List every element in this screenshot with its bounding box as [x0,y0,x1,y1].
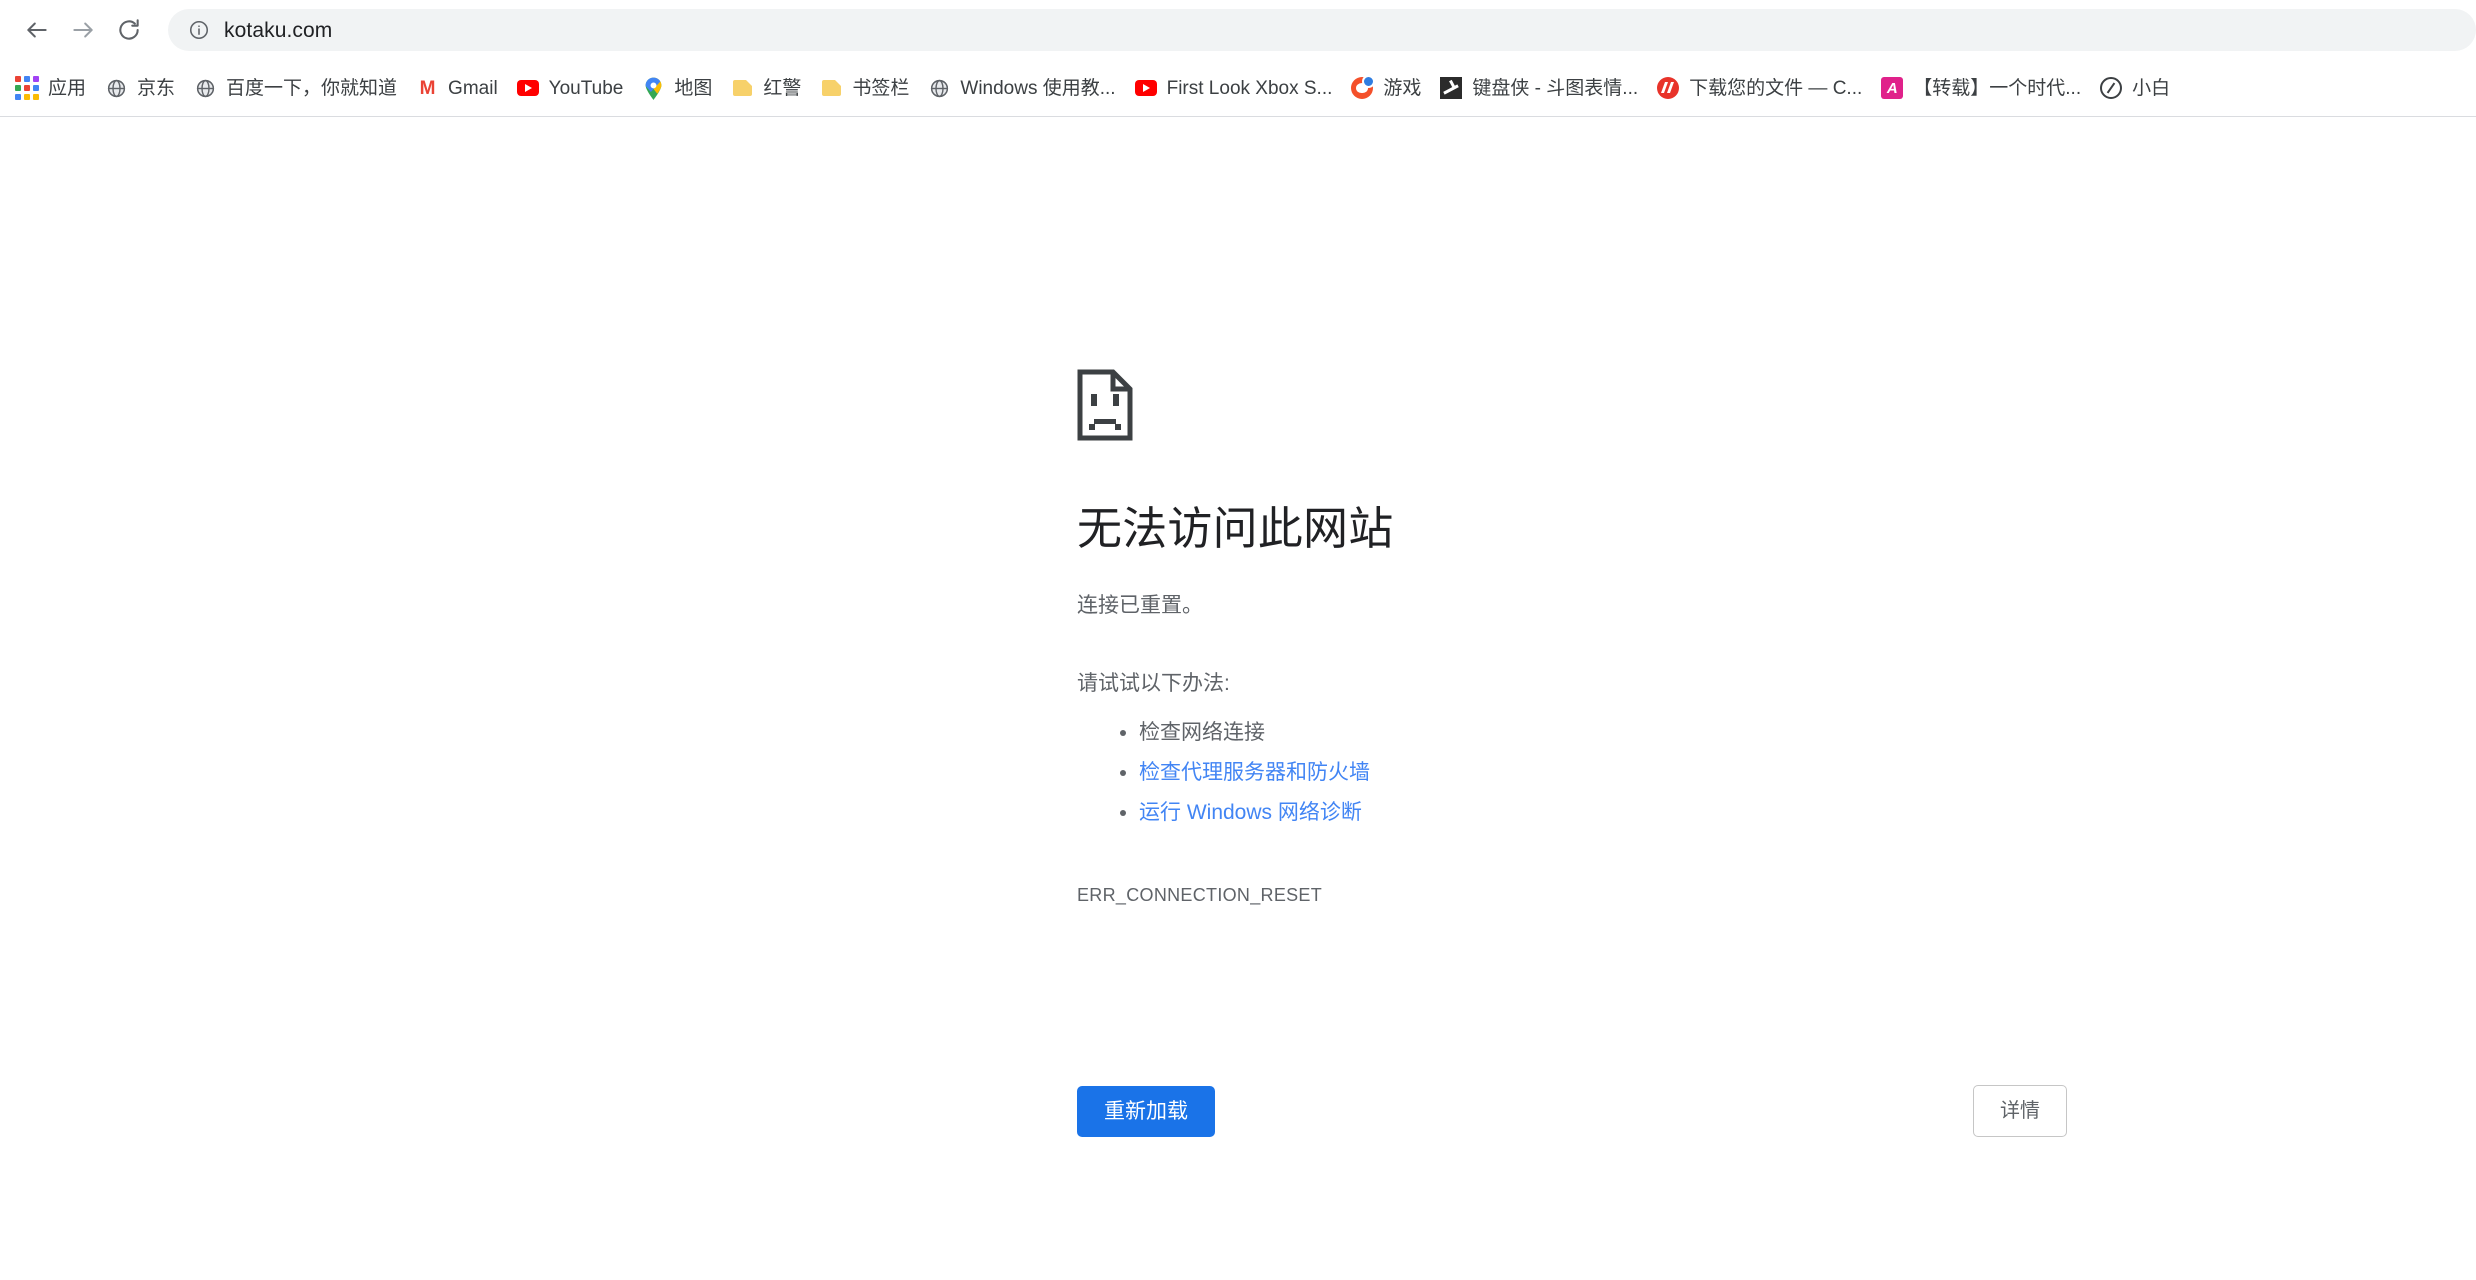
bookmark-games[interactable]: 游戏 [1341,68,1430,108]
reload-button[interactable] [106,7,152,53]
error-content: 无法访问此网站 连接已重置。 请试试以下办法: 检查网络连接 检查代理服务器和防… [1077,369,2317,906]
red-circle-icon [1656,76,1680,100]
globe-icon [104,76,128,100]
bookmark-label: 游戏 [1383,77,1422,99]
globe-icon [193,76,217,100]
bookmark-folder-hongjing[interactable]: 红警 [721,68,810,108]
bookmark-label: 键盘侠 - 斗图表情... [1472,77,1639,99]
forward-button[interactable] [60,7,106,53]
folder-icon [819,76,843,100]
bookmark-gmail[interactable]: M Gmail [406,68,507,108]
compass-icon [2099,76,2123,100]
suggestion-text: 检查网络连接 [1139,721,1265,744]
folder-icon [730,76,754,100]
bookmark-baidu[interactable]: 百度一下，你就知道 [184,68,406,108]
bookmark-xiaobai[interactable]: 小白 [2090,68,2179,108]
suggestion-link-proxy[interactable]: 检查代理服务器和防火墙 [1139,761,1370,784]
details-button[interactable]: 详情 [1973,1085,2067,1137]
bookmark-youtube[interactable]: YouTube [507,68,633,108]
bookmark-label: 【转载】一个时代... [1913,77,2082,99]
gmail-icon: M [419,77,436,99]
bookmark-label: Gmail [448,77,498,99]
bookmark-label: 应用 [48,77,87,99]
bookmark-label: 下载您的文件 — C... [1689,77,1863,99]
apps-grid-icon [15,76,39,100]
bookmark-first-look-xbox[interactable]: First Look Xbox S... [1125,68,1342,108]
game-face-icon [1350,75,1376,100]
back-arrow-icon [24,17,50,43]
youtube-icon [1134,76,1158,100]
browser-toolbar: kotaku.com [0,0,2476,60]
error-title: 无法访问此网站 [1077,503,1394,554]
bookmark-maps[interactable]: 地图 [632,68,721,108]
suggestion-item-link[interactable]: 运行 Windows 网络诊断 [1139,793,2317,833]
page-info-icon[interactable] [186,17,212,43]
bookmark-apps[interactable]: 应用 [6,68,95,108]
reload-icon [116,17,142,43]
bookmark-label: YouTube [548,77,624,99]
bookmark-label: First Look Xbox S... [1166,77,1333,99]
bookmark-label: 百度一下，你就知道 [226,77,398,99]
bookmark-download-files[interactable]: 下载您的文件 — C... [1647,68,1871,108]
error-subtitle: 连接已重置。 [1077,594,1203,617]
bookmark-label: 书签栏 [852,77,910,99]
error-page: 无法访问此网站 连接已重置。 请试试以下办法: 检查网络连接 检查代理服务器和防… [0,117,2476,1279]
youtube-icon [516,76,540,100]
back-button[interactable] [14,7,60,53]
google-maps-pin-icon [641,76,665,100]
suggestion-link-diagnostics[interactable]: 运行 Windows 网络诊断 [1139,801,1362,824]
bookmark-jingdong[interactable]: 京东 [95,68,184,108]
suggestions-list: 检查网络连接 检查代理服务器和防火墙 运行 Windows 网络诊断 [1077,713,2317,833]
pink-a-icon: A [1880,76,1904,100]
reload-page-button[interactable]: 重新加载 [1077,1085,1215,1137]
bookmark-windows-tutorial[interactable]: Windows 使用教... [918,68,1124,108]
bookmark-label: 地图 [674,77,713,99]
bookmark-label: 小白 [2132,77,2171,99]
suggestions-heading: 请试试以下办法: [1077,671,1230,695]
suggestion-item-link[interactable]: 检查代理服务器和防火墙 [1139,753,2317,793]
suggestion-item: 检查网络连接 [1139,713,2317,753]
address-bar[interactable]: kotaku.com [168,9,2476,51]
bookmark-zhuanzai[interactable]: A 【转载】一个时代... [1871,68,2090,108]
bookmark-label: 红警 [763,77,802,99]
address-bar-url: kotaku.com [224,18,333,42]
bookmark-label: Windows 使用教... [960,77,1116,99]
bookmark-jianpanxia[interactable]: 键盘侠 - 斗图表情... [1430,68,1647,108]
error-code: ERR_CONNECTION_RESET [1077,885,1323,905]
sad-page-icon [1077,369,2317,446]
bookmark-label: 京东 [137,77,176,99]
bookmark-folder-shuqianlan[interactable]: 书签栏 [810,68,918,108]
error-button-row: 重新加载 详情 [1077,1085,2067,1137]
globe-icon [927,76,951,100]
dark-square-icon [1439,76,1463,100]
forward-arrow-icon [70,17,96,43]
bookmarks-bar: 应用 京东 百度一下，你就知道 M Gmail YouTube 地图 红警 书签… [0,60,2476,117]
